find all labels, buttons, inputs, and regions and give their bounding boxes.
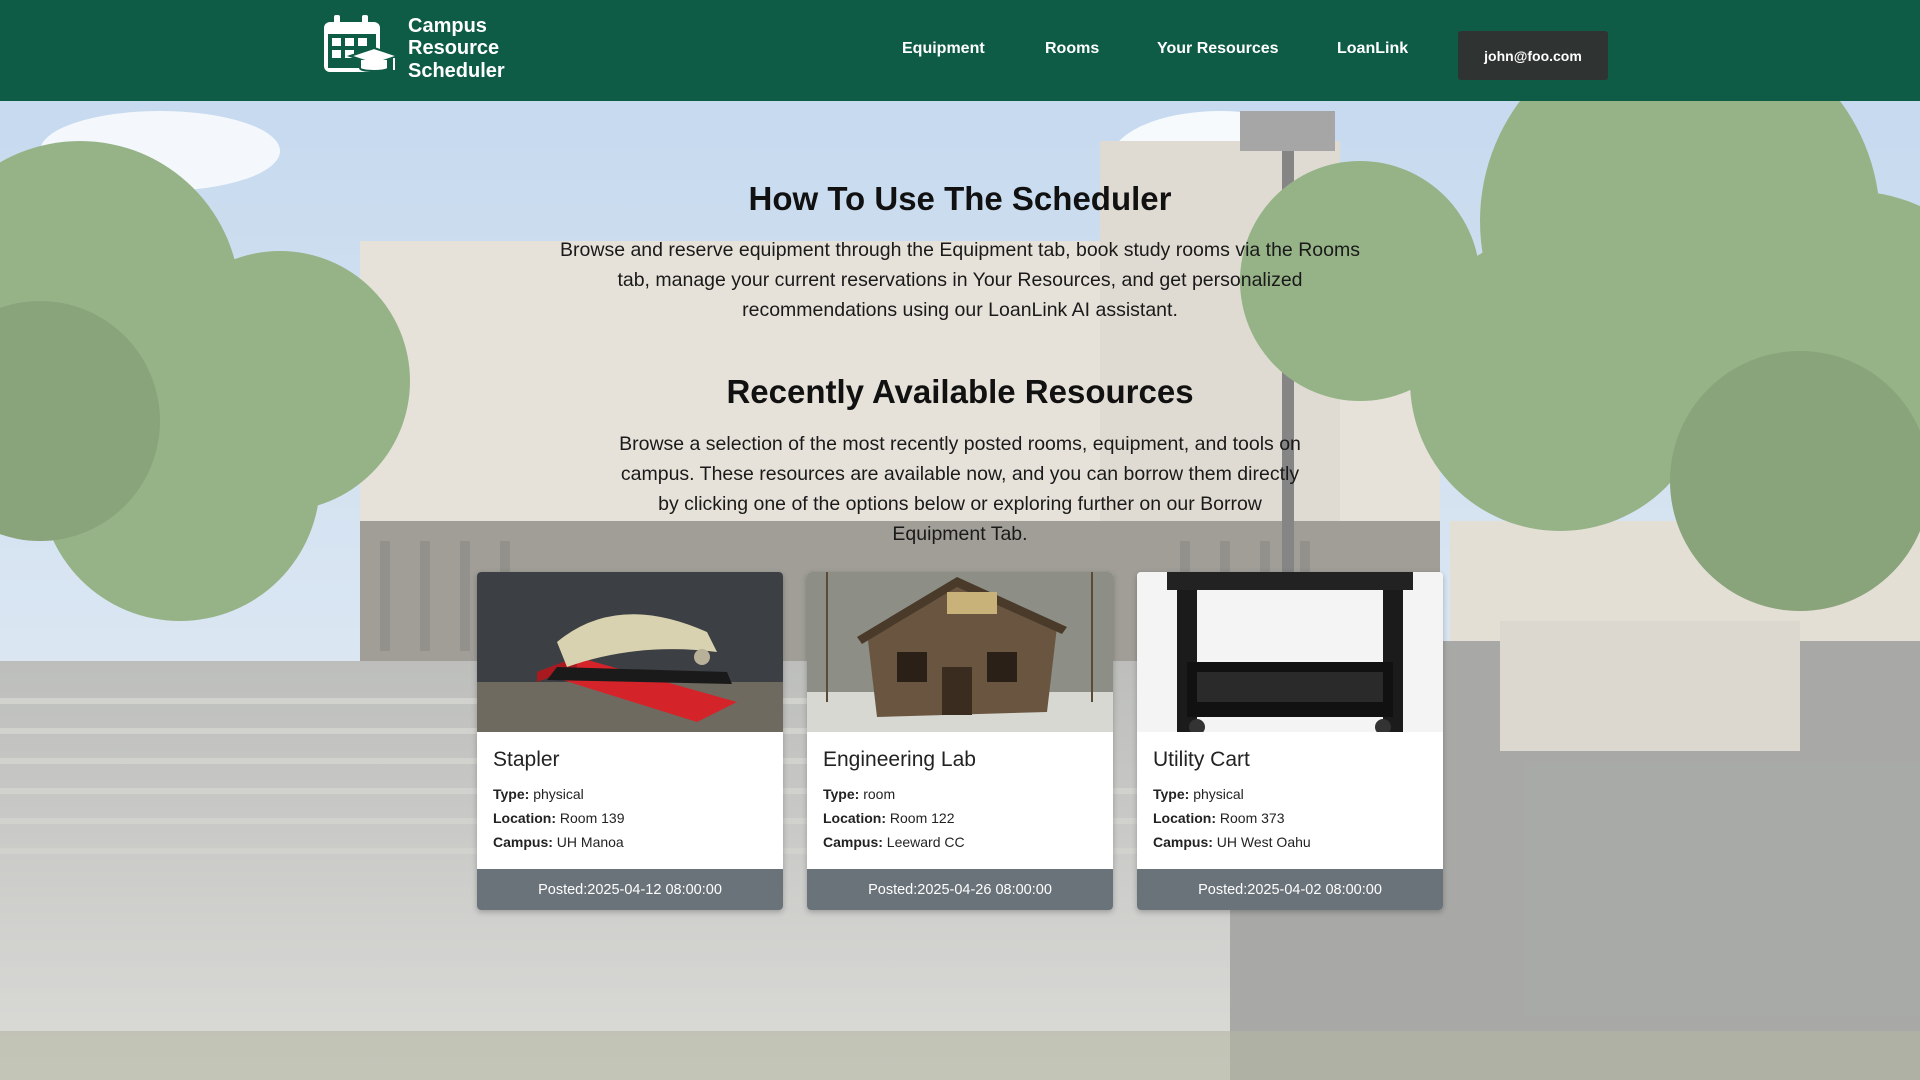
card-type: Type: room: [823, 782, 1097, 806]
card-campus: Campus: Leeward CC: [823, 830, 1097, 854]
type-value: room: [863, 786, 896, 802]
campus-label: Campus:: [493, 834, 553, 850]
card-posted-date: Posted:2025-04-26 08:00:00: [807, 869, 1113, 910]
type-value: physical: [1193, 786, 1244, 802]
resource-card-stapler[interactable]: Stapler Type: physical Location: Room 13…: [477, 572, 783, 910]
campus-value: UH West Oahu: [1216, 834, 1311, 850]
card-campus: Campus: UH Manoa: [493, 830, 767, 854]
card-title: Utility Cart: [1153, 748, 1250, 771]
type-label: Type:: [493, 786, 530, 802]
engineering-lab-image: [807, 572, 1113, 732]
card-type: Type: physical: [493, 782, 767, 806]
campus-value: Leeward CC: [886, 834, 965, 850]
card-posted-date: Posted:2025-04-02 08:00:00: [1137, 869, 1443, 910]
campus-label: Campus:: [1153, 834, 1213, 850]
recent-resources-text: Browse a selection of the most recently …: [619, 433, 1301, 545]
card-location: Location: Room 373: [1153, 806, 1427, 830]
brand-line: Campus: [408, 14, 487, 37]
location-label: Location:: [823, 810, 886, 826]
resource-card-engineering-lab[interactable]: Engineering Lab Type: room Location: Roo…: [807, 572, 1113, 910]
card-location: Location: Room 139: [493, 806, 767, 830]
how-to-text: Browse and reserve equipment through the…: [560, 239, 1360, 321]
card-posted-date: Posted:2025-04-12 08:00:00: [477, 869, 783, 910]
location-label: Location:: [1153, 810, 1216, 826]
top-navbar: Campus Resource Scheduler Equipment Room…: [0, 0, 1920, 101]
location-value: Room 139: [559, 810, 625, 826]
type-label: Type:: [823, 786, 860, 802]
nav-your-resources[interactable]: Your Resources: [1157, 40, 1279, 58]
stapler-image: [477, 572, 783, 732]
card-type: Type: physical: [1153, 782, 1427, 806]
card-title: Stapler: [493, 748, 560, 771]
type-value: physical: [533, 786, 584, 802]
card-location: Location: Room 122: [823, 806, 1097, 830]
brand-name: Campus Resource Scheduler: [408, 15, 505, 83]
resource-cards: Stapler Type: physical Location: Room 13…: [477, 572, 1443, 910]
how-to-title: How To Use The Scheduler: [748, 180, 1172, 217]
campus-value: UH Manoa: [556, 834, 624, 850]
brand-home-link[interactable]: Campus Resource Scheduler: [322, 14, 505, 83]
location-label: Location:: [493, 810, 556, 826]
calendar-graduation-cap-icon: [322, 14, 402, 83]
type-label: Type:: [1153, 786, 1190, 802]
nav-rooms[interactable]: Rooms: [1045, 40, 1099, 58]
campus-label: Campus:: [823, 834, 883, 850]
card-campus: Campus: UH West Oahu: [1153, 830, 1427, 854]
nav-loanlink[interactable]: LoanLink: [1337, 40, 1408, 58]
user-account-button[interactable]: john@foo.com: [1458, 31, 1608, 80]
location-value: Room 122: [889, 810, 955, 826]
card-title: Engineering Lab: [823, 748, 976, 771]
nav-equipment[interactable]: Equipment: [902, 40, 985, 58]
utility-cart-image: [1137, 572, 1443, 732]
location-value: Room 373: [1219, 810, 1285, 826]
resource-card-utility-cart[interactable]: Utility Cart Type: physical Location: Ro…: [1137, 572, 1443, 910]
recent-resources-title: Recently Available Resources: [726, 373, 1194, 410]
brand-line: Scheduler: [408, 59, 505, 82]
brand-line: Resource: [408, 37, 500, 60]
